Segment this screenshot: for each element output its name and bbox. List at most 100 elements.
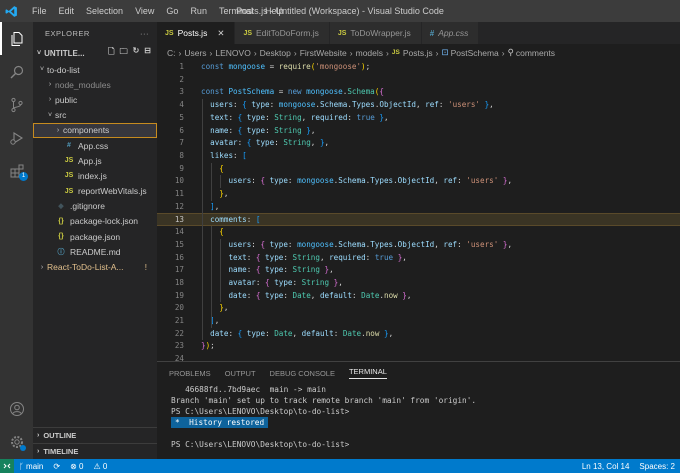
sync-icon[interactable]: ⟳ [48, 462, 65, 471]
panel-tab-output[interactable]: OUTPUT [225, 369, 256, 378]
tree-item-package-lock-json[interactable]: {} package-lock.json [33, 214, 157, 229]
code-line: 19 date: { type: Date, default: Date.now… [157, 290, 680, 303]
code-editor[interactable]: 1 const mongoose = require('mongoose'); 2 3… [157, 61, 680, 376]
tree-item-node-modules[interactable]: › node_modules [33, 77, 157, 92]
tree-item-app-js[interactable]: JS App.js [33, 153, 157, 168]
code-text: { [219, 163, 224, 173]
code-line: 4 users: { type: mongoose.Schema.Types.O… [157, 99, 680, 112]
line-number: 11 [174, 189, 184, 198]
panel-tab-problems[interactable]: PROBLEMS [169, 369, 211, 378]
files-icon[interactable] [0, 22, 33, 55]
breadcrumb-item[interactable]: Users [184, 48, 206, 58]
line-number: 4 [179, 100, 184, 110]
tab-label: EditToDoForm.js [256, 28, 319, 38]
remote-icon[interactable] [0, 459, 14, 473]
line-number: 19 [174, 290, 184, 300]
tree-item-components[interactable]: › components [33, 122, 157, 138]
breadcrumb-item[interactable]: FirstWebsite [300, 48, 347, 58]
breadcrumb-item[interactable]: C: [167, 48, 176, 58]
tree-item--gitignore[interactable]: ◆ .gitignore [33, 199, 157, 214]
title-bar: File Edit Selection View Go Run Terminal Help P… [0, 0, 680, 22]
menu-view[interactable]: View [129, 0, 160, 22]
tree-item-label: package.json [70, 231, 121, 242]
extensions-icon[interactable]: 1 [0, 154, 33, 187]
line-number: 20 [174, 303, 184, 313]
breadcrumb-item[interactable]: comments [516, 48, 555, 58]
tab-edittodoform-js[interactable]: JS EditToDoForm.js [235, 22, 330, 44]
menu-selection[interactable]: Selection [80, 0, 129, 22]
breadcrumb-item[interactable]: Posts.js [403, 48, 433, 58]
line-number: 17 [174, 265, 184, 275]
new-file-icon[interactable]: 🗋 [108, 46, 114, 60]
cursor-position[interactable]: Ln 13, Col 14 [577, 462, 635, 471]
collapse-all-icon[interactable]: ⊟ [144, 46, 151, 60]
terminal[interactable]: 46688fd..7bd9aec main -> main Branch 'mai… [157, 384, 680, 450]
menu-go[interactable]: Go [160, 0, 184, 22]
code-text: users: { type: mongoose.Schema.Types.Obj… [228, 176, 513, 186]
run-debug-icon[interactable] [0, 121, 33, 154]
tree-item-app-css[interactable]: # App.css [33, 138, 157, 153]
breadcrumb-item[interactable]: Desktop [260, 48, 291, 58]
code-line: 7 avatar: { type: String, }, [157, 137, 680, 150]
menu-terminal[interactable]: Terminal [213, 0, 259, 22]
code-line: 14 { [157, 226, 680, 239]
refresh-icon[interactable]: ↻ [133, 46, 140, 60]
code-text: users: { type: mongoose.Schema.Types.Obj… [228, 239, 513, 249]
branch-indicator[interactable]: ᚴ main [14, 462, 48, 471]
tree-item-index-js[interactable]: JS index.js [33, 168, 157, 183]
source-control-icon[interactable] [0, 88, 33, 121]
workspace-header[interactable]: ˅ UNTITLE... 🗋 🗀 ↻ ⊟ [33, 44, 157, 62]
tree-item-public[interactable]: › public [33, 92, 157, 107]
code-line: 5 text: { type: String, required: true }… [157, 112, 680, 125]
tree-item-react-todo-list-a-[interactable]: › React-ToDo-List-A...! [33, 259, 157, 274]
errors-indicator[interactable]: ⊗ 0 [65, 462, 88, 471]
tree-item-package-json[interactable]: {} package.json [33, 229, 157, 244]
code-line: 9 { [157, 163, 680, 176]
new-folder-icon[interactable]: 🗀 [120, 46, 128, 60]
code-line: 21 ], [157, 315, 680, 328]
tree-item-reportwebvitals-js[interactable]: JS reportWebVitals.js [33, 184, 157, 199]
code-text: const PostSchema = new mongoose.Schema({ [201, 87, 384, 97]
tree-item-src[interactable]: ˅ src [33, 108, 157, 123]
tab-posts-js[interactable]: JS Posts.js ✕ [157, 22, 236, 44]
panel-tab-terminal[interactable]: TERMINAL [348, 367, 387, 379]
tab-app-css[interactable]: # App.css [421, 22, 480, 44]
code-line: 6 name: { type: String }, [157, 125, 680, 138]
outline-section[interactable]: › OUTLINE [33, 427, 157, 443]
line-number: 16 [174, 252, 184, 262]
line-number: 1 [179, 62, 184, 71]
indentation[interactable]: Spaces: 2 [634, 462, 680, 471]
search-icon[interactable] [0, 55, 33, 88]
code-line: 1 const mongoose = require('mongoose'); [157, 61, 680, 74]
menu-file[interactable]: File [26, 0, 53, 22]
manage-gear-icon[interactable] [0, 425, 33, 458]
close-icon[interactable]: ✕ [217, 28, 224, 39]
panel-tab-debug-console[interactable]: DEBUG CONSOLE [270, 369, 335, 378]
breadcrumb-item[interactable]: models [356, 48, 383, 58]
tab-todowrapper-js[interactable]: JS ToDoWrapper.js [329, 22, 422, 44]
code-text: { [219, 227, 224, 237]
breadcrumb-item[interactable]: PostSchema [451, 48, 499, 58]
explorer-more-icon[interactable]: ··· [140, 29, 149, 38]
menu-help[interactable]: Help [259, 0, 290, 22]
variable-icon: ⊡ [441, 47, 449, 57]
chevron-down-icon: ˅ [39, 66, 45, 74]
extensions-badge: 1 [19, 172, 28, 181]
file-type-icon: JS [64, 157, 74, 165]
menu-run[interactable]: Run [184, 0, 213, 22]
tree-item-label: App.css [78, 140, 109, 151]
code-line: 10 users: { type: mongoose.Schema.Types.… [157, 175, 680, 188]
js-file-icon: JS [391, 49, 400, 56]
chevron-right-icon: › [37, 432, 40, 439]
code-text: }, [219, 189, 229, 198]
js-file-icon: JS [243, 29, 253, 37]
tree-item-label: README.md [70, 246, 121, 257]
account-icon[interactable] [0, 392, 33, 425]
warnings-indicator[interactable]: ⚠ 0 [88, 462, 112, 471]
code-text: const mongoose = require('mongoose'); [201, 62, 371, 71]
tree-item-readme-md[interactable]: ⓘ README.md [33, 244, 157, 259]
timeline-section[interactable]: › TIMELINE [33, 443, 157, 459]
tree-item-to-do-list[interactable]: ˅ to-do-list [33, 62, 157, 77]
breadcrumb-item[interactable]: LENOVO [215, 48, 250, 58]
menu-edit[interactable]: Edit [53, 0, 81, 22]
